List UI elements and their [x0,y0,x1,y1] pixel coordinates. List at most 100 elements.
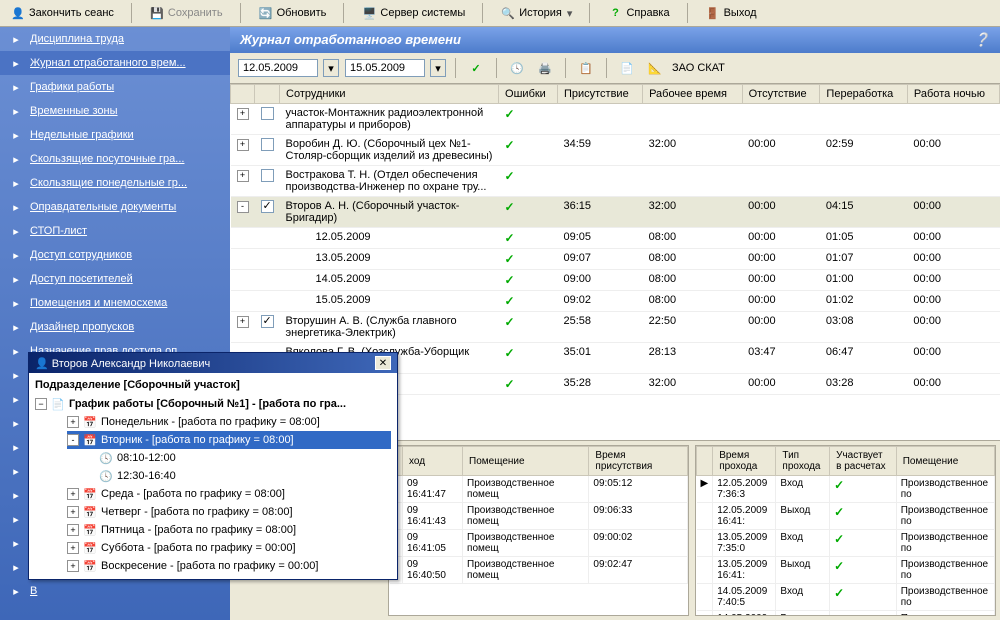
sidebar-item-8[interactable]: ▸СТОП-лист [0,219,230,243]
table-row[interactable]: 15.05.200909:0208:0000:0001:0200:00 [231,291,1000,312]
help-button[interactable]: ?Справка [603,3,673,23]
sidebar-link[interactable]: Журнал отработанного врем... [30,57,186,69]
expand-icon[interactable]: - [67,434,79,446]
expand-icon[interactable]: + [67,416,79,428]
col-header[interactable] [697,447,713,476]
sidebar-item-10[interactable]: ▸Доступ посетителей [0,267,230,291]
table-row[interactable]: +Воробин Д. Ю. (Сборочный цех №1-Столяр-… [231,135,1000,166]
row-checkbox[interactable] [261,138,274,151]
expand-icon[interactable]: + [67,488,79,500]
sidebar-link[interactable]: Скользящие понедельные гр... [30,177,187,189]
help-title-icon[interactable]: ❔ [974,32,990,48]
day-node[interactable]: +📅Среда - [работа по графику = 08:00] [67,485,391,503]
expand-icon[interactable]: − [35,398,47,410]
row-checkbox[interactable] [261,107,274,120]
sidebar-link[interactable]: Дизайнер пропусков [30,321,134,333]
sidebar-item-12[interactable]: ▸Дизайнер пропусков [0,315,230,339]
sidebar-item-6[interactable]: ▸Скользящие понедельные гр... [0,171,230,195]
table-row[interactable]: 12.05.2009 16:41:ВыходПроизводственное п… [697,503,995,530]
time-node[interactable]: 🕓12:30-16:40 [99,467,391,485]
day-node[interactable]: +📅Воскресение - [работа по графику = 00:… [67,557,391,575]
sidebar-link[interactable]: Графики работы [30,81,114,93]
table-row[interactable]: +Вторушин А. В. (Служба главного энергет… [231,312,1000,343]
clock-button[interactable]: 🕓 [506,57,528,79]
doc-button[interactable]: 📄 [616,57,638,79]
sidebar-link[interactable]: Оправдательные документы [30,201,176,213]
sidebar-item-7[interactable]: ▸Оправдательные документы [0,195,230,219]
sidebar-item-3[interactable]: ▸Временные зоны [0,99,230,123]
table-row[interactable]: 13.05.2009 16:41:ВыходПроизводственное п… [697,557,995,584]
date-from-dropdown[interactable]: ▾ [323,59,339,77]
servers-button[interactable]: 🖥️Сервер системы [357,3,469,23]
end-session-button[interactable]: 👤Закончить сеанс [6,3,118,23]
row-checkbox[interactable] [261,169,274,182]
col-header[interactable]: Отсутствие [742,85,820,104]
expand-icon[interactable]: + [67,506,79,518]
col-header[interactable]: Время присутствия [589,447,688,476]
table-row[interactable]: 14.05.2009 16:41:ВыходПроизводственное п… [697,611,995,617]
history-button[interactable]: 🔍История▾ [496,3,576,23]
date-from-input[interactable] [238,59,318,77]
tool-button[interactable]: 📐 [644,57,666,79]
sidebar-item-9[interactable]: ▸Доступ сотрудников [0,243,230,267]
table-row[interactable]: +Востракова Т. Н. (Отдел обеспечения про… [231,166,1000,197]
sidebar-item-4[interactable]: ▸Недельные графики [0,123,230,147]
sidebar-item-0[interactable]: ▸Дисциплина труда [0,27,230,51]
sidebar-link[interactable]: В [30,585,37,597]
table-row[interactable]: 14.05.200909:0008:0000:0001:0000:00 [231,270,1000,291]
expand-icon[interactable]: + [237,316,249,328]
col-header[interactable]: ход [403,447,463,476]
sidebar-link[interactable]: Доступ посетителей [30,273,133,285]
table-row[interactable]: 09 16:41:05Производственное помещ09:00:0… [390,530,688,557]
table-row[interactable]: 13.05.2009 7:35:0ВходПроизводственное по [697,530,995,557]
sidebar-link[interactable]: Помещения и мнемосхема [30,297,167,309]
col-header[interactable]: Присутствие [557,85,642,104]
expand-icon[interactable]: - [237,201,249,213]
expand-icon[interactable]: + [67,560,79,572]
date-to-input[interactable] [345,59,425,77]
sidebar-item-1[interactable]: ▸Журнал отработанного врем... [0,51,230,75]
table-row[interactable]: 12.05.200909:0508:0000:0001:0500:00 [231,228,1000,249]
expand-icon[interactable]: + [237,170,249,182]
sidebar-link[interactable]: Недельные графики [30,129,134,141]
popup-titlebar[interactable]: 👤 Второв Александр Николаевич ✕ [29,353,397,373]
col-header[interactable]: Сотрудники [280,85,499,104]
sidebar-link[interactable]: Доступ сотрудников [30,249,132,261]
tree-root[interactable]: − 📄 График работы [Сборочный №1] - [рабо… [35,395,391,413]
table-row[interactable]: 09 16:40:50Производственное помещ09:02:4… [390,557,688,584]
table-row[interactable]: 13.05.200909:0708:0000:0001:0700:00 [231,249,1000,270]
time-node[interactable]: 🕓08:10-12:00 [99,449,391,467]
table-row[interactable]: 14.05.2009 7:40:5ВходПроизводственное по [697,584,995,611]
day-node[interactable]: +📅Четверг - [работа по графику = 08:00] [67,503,391,521]
table-row[interactable]: 09 16:41:43Производственное помещ09:06:3… [390,503,688,530]
table-row[interactable]: +участок-Монтажник радиоэлектронной аппа… [231,104,1000,135]
col-header[interactable]: Помещение [463,447,589,476]
col-header[interactable]: Ошибки [499,85,558,104]
row-checkbox[interactable] [261,315,274,328]
day-node[interactable]: +📅Пятница - [работа по графику = 08:00] [67,521,391,539]
sidebar-item-5[interactable]: ▸Скользящие посуточные гра... [0,147,230,171]
bottom-left-panel[interactable]: ходПомещениеВремя присутствия09 16:41:47… [388,445,689,616]
col-header[interactable]: Время прохода [713,447,776,476]
col-header[interactable]: Помещение [896,447,994,476]
expand-icon[interactable]: + [237,108,249,120]
apply-filter-button[interactable]: ✓ [465,57,487,79]
sidebar-item-2[interactable]: ▸Графики работы [0,75,230,99]
day-node[interactable]: +📅Суббота - [работа по графику = 00:00] [67,539,391,557]
col-header[interactable]: Переработка [820,85,908,104]
expand-icon[interactable]: + [67,524,79,536]
col-header[interactable]: Тип прохода [776,447,830,476]
sidebar-link[interactable]: СТОП-лист [30,225,87,237]
date-to-dropdown[interactable]: ▾ [430,59,446,77]
refresh-button[interactable]: 🔄Обновить [254,3,331,23]
print-button[interactable]: 🖨️ [534,57,556,79]
sidebar-item-11[interactable]: ▸Помещения и мнемосхема [0,291,230,315]
bottom-right-panel[interactable]: Время проходаТип проходаУчаствует в расч… [695,445,996,616]
col-header[interactable]: Рабочее время [643,85,743,104]
row-checkbox[interactable] [261,200,274,213]
col-header[interactable]: Участвует в расчетах [830,447,897,476]
sidebar-item-23[interactable]: ▸В [0,579,230,603]
expand-icon[interactable]: + [67,542,79,554]
sidebar-link[interactable]: Дисциплина труда [30,33,124,45]
sidebar-link[interactable]: Скользящие посуточные гра... [30,153,184,165]
